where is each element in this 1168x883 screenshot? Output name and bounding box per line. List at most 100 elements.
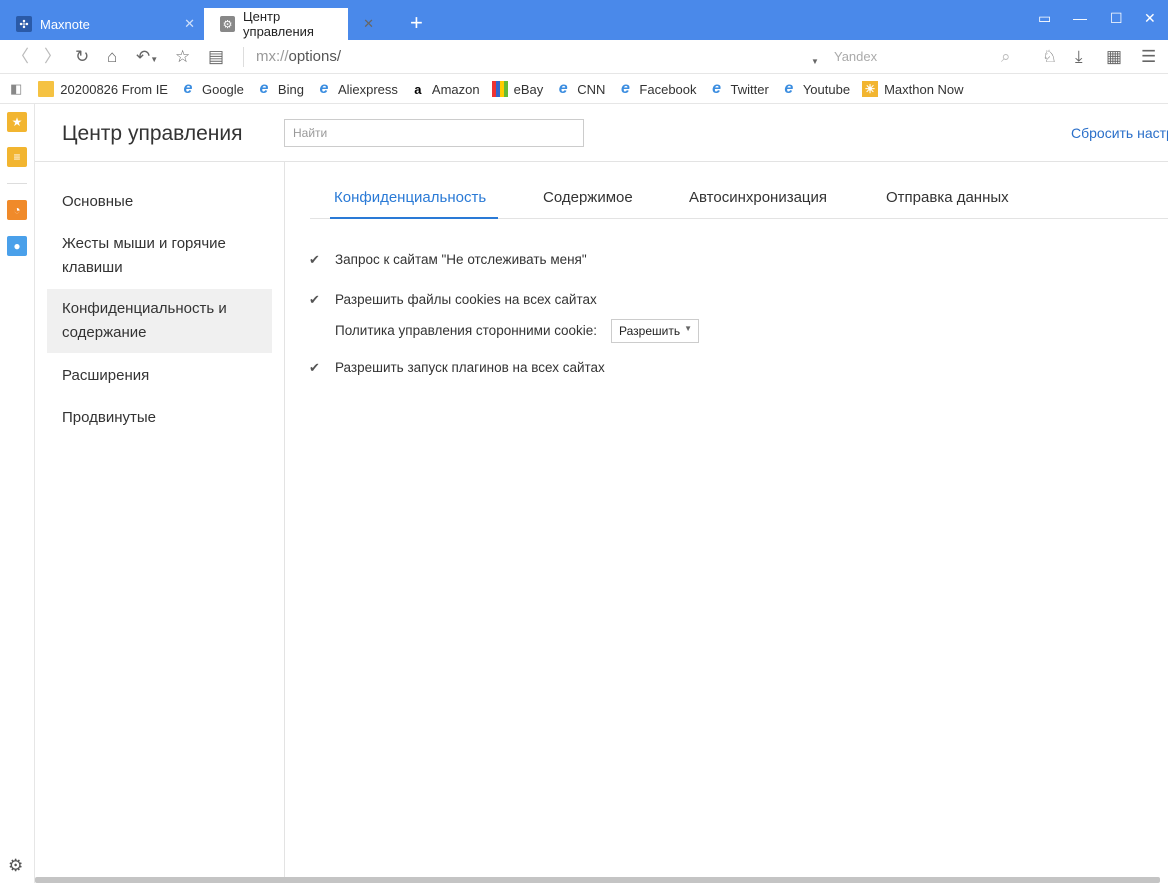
divider: [7, 183, 27, 184]
bookmark-label: Bing: [277, 81, 304, 97]
bookmark[interactable]: e Aliexpress: [316, 80, 398, 97]
ie-icon: e: [784, 80, 794, 97]
ie-icon: e: [183, 80, 193, 97]
lightbulb-icon[interactable]: ●: [7, 236, 27, 256]
bookmark-label: Maxthon Now: [884, 81, 964, 97]
bookmark-label: CNN: [577, 81, 606, 97]
favorites-icon[interactable]: ★: [7, 112, 27, 132]
tab-title: Центр управления: [243, 9, 314, 39]
nav-item-gestures-hotkeys[interactable]: Жесты мыши и горячие клавиши: [47, 232, 272, 280]
home-button[interactable]: ⌂: [107, 47, 117, 67]
sidebar-toggle-icon[interactable]: ◧: [10, 81, 22, 97]
horizontal-scrollbar[interactable]: [35, 877, 1160, 883]
bookmark-label: 20200826 From IE: [60, 81, 168, 97]
menu-icon[interactable]: ☰: [1141, 47, 1156, 67]
bookmark-label: Google: [201, 81, 244, 97]
new-tab-button[interactable]: +: [410, 12, 423, 34]
tab-data-sending[interactable]: Отправка данных: [882, 178, 1013, 219]
folder-icon: [38, 81, 55, 97]
passkeeper-icon[interactable]: ♘: [1042, 47, 1057, 67]
ie-icon: e: [712, 80, 721, 97]
bookmark-label: Aliexpress: [337, 81, 398, 97]
ie-icon: e: [620, 80, 630, 97]
option-label: Разрешить запуск плагинов на всех сайтах: [335, 360, 605, 375]
tab-maxnote[interactable]: ✣ Maxnote ✕: [0, 8, 203, 40]
nav-item-advanced[interactable]: Продвинутые: [47, 406, 272, 430]
bookmark[interactable]: ☀ Maxthon Now: [862, 81, 964, 97]
reset-settings-link[interactable]: Сбросить настр: [1071, 125, 1168, 141]
find-input[interactable]: Найти: [284, 119, 584, 147]
tab-bar: ✣ Maxnote ✕ ⚙ Центр управления ✕ + ▭ — ☐…: [0, 0, 1168, 40]
bookmark-label: Youtube: [802, 81, 851, 97]
search-input[interactable]: Yandex: [834, 49, 877, 64]
option-label: Запрос к сайтам "Не отслеживать меня": [335, 252, 587, 267]
back-button[interactable]: 〈: [12, 47, 29, 67]
forward-button[interactable]: 〉: [44, 47, 61, 67]
star-button[interactable]: ☆: [175, 47, 190, 67]
bookmark[interactable]: e Google: [180, 80, 244, 97]
dropdown-arrow-icon: ▼: [684, 324, 692, 333]
tab-control-center[interactable]: ⚙ Центр управления ✕: [204, 8, 374, 40]
address-dropdown-icon[interactable]: ▼: [811, 52, 819, 72]
bookmark-folder[interactable]: 20200826 From IE: [38, 81, 168, 97]
settings-tabs: Конфиденциальность Содержимое Автосинхро…: [310, 178, 1168, 219]
bookmark[interactable]: eBay: [491, 81, 544, 97]
gear-icon: ⚙: [220, 16, 236, 32]
address-bar[interactable]: mx://options/: [256, 48, 341, 65]
ebay-icon: [491, 81, 508, 97]
option-do-not-track[interactable]: ✔ Запрос к сайтам "Не отслеживать меня": [309, 252, 587, 267]
nav-item-general[interactable]: Основные: [47, 190, 272, 214]
bookmark[interactable]: e Bing: [256, 80, 304, 97]
maximize-button[interactable]: ☐: [1110, 10, 1123, 27]
notes-button[interactable]: ▤: [208, 47, 224, 67]
option-label: Разрешить файлы cookies на всех сайтах: [335, 292, 597, 307]
url-scheme: mx://: [256, 48, 289, 65]
tab-privacy[interactable]: Конфиденциальность: [330, 178, 498, 219]
rss-icon[interactable]: ◔: [7, 200, 27, 220]
ie-icon: e: [319, 80, 329, 97]
bookmark[interactable]: e CNN: [555, 80, 606, 97]
toolbar: 〈 〉 ↻ ⌂ ↶▼ ☆ ▤ mx://options/ ▼ Yandex ⌕ …: [0, 40, 1168, 74]
tab-autosync[interactable]: Автосинхронизация: [685, 178, 831, 219]
ie-icon: e: [558, 80, 568, 97]
option-allow-cookies[interactable]: ✔ Разрешить файлы cookies на всех сайтах: [309, 292, 597, 307]
apps-icon[interactable]: ▦: [1106, 47, 1122, 67]
bookmark-label: eBay: [513, 81, 544, 97]
search-icon[interactable]: ⌕: [1001, 47, 1011, 67]
amazon-icon: a: [414, 81, 422, 97]
close-tab-icon[interactable]: ✕: [363, 16, 374, 32]
nav-item-extensions[interactable]: Расширения: [47, 364, 272, 388]
option-allow-plugins[interactable]: ✔ Разрешить запуск плагинов на всех сайт…: [309, 360, 605, 375]
page-title: Центр управления: [62, 122, 243, 145]
tab-title: Maxnote: [40, 16, 90, 32]
maxnote-icon: ✣: [16, 16, 32, 32]
bookmarks-bar: ◧ 20200826 From IE e Google e Bing e Aliexp…: [0, 75, 1168, 104]
checkbox-checked-icon[interactable]: ✔: [309, 252, 323, 267]
close-window-button[interactable]: ✕: [1144, 10, 1156, 27]
settings-nav: Основные Жесты мыши и горячие клавиши Ко…: [35, 162, 285, 877]
download-icon[interactable]: ⤓: [1075, 47, 1083, 67]
bookmark[interactable]: e Facebook: [617, 80, 697, 97]
page-header: Центр управления Найти Сбросить настр: [35, 104, 1168, 162]
checkbox-checked-icon[interactable]: ✔: [309, 292, 323, 307]
sun-icon: ☀: [862, 81, 879, 97]
nav-item-privacy-content[interactable]: Конфиденциальность и содержание: [47, 289, 272, 353]
divider: [243, 47, 244, 67]
reload-button[interactable]: ↻: [75, 47, 89, 67]
third-party-cookie-select[interactable]: Разрешить ▼: [611, 319, 699, 343]
bookmark[interactable]: e Youtube: [781, 80, 851, 97]
minimize-button[interactable]: —: [1073, 10, 1087, 26]
select-value: Разрешить: [619, 324, 681, 338]
bookmark-label: Facebook: [639, 81, 697, 97]
layout-icon[interactable]: ▭: [1038, 10, 1051, 27]
tab-content[interactable]: Содержимое: [539, 178, 637, 219]
bookmark[interactable]: e Twitter: [709, 80, 769, 97]
checkbox-checked-icon[interactable]: ✔: [309, 360, 323, 375]
bookmark[interactable]: a Amazon: [410, 81, 479, 97]
undo-button[interactable]: ↶▼: [136, 47, 158, 70]
side-panel: ★ ≡ ◔ ●: [0, 104, 35, 883]
third-party-cookie-label: Политика управления сторонними cookie:: [335, 323, 598, 338]
settings-gear-icon[interactable]: ⚙: [8, 856, 23, 876]
close-tab-icon[interactable]: ✕: [184, 16, 195, 32]
notes-icon[interactable]: ≡: [7, 147, 27, 167]
